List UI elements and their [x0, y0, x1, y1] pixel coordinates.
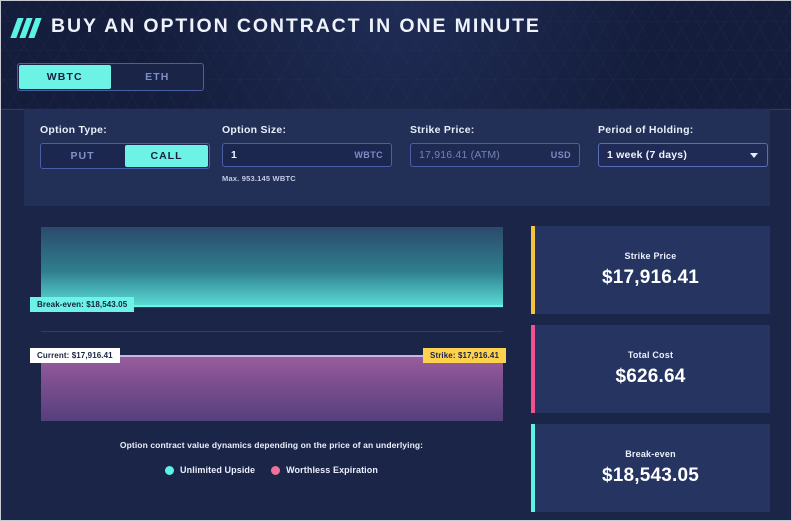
current-price-marker-label: Current:	[37, 351, 70, 360]
card-accent-bar	[531, 424, 535, 512]
card-break-even-label: Break-even	[625, 449, 676, 459]
card-accent-bar	[531, 325, 535, 413]
card-strike-price: Strike Price $17,916.41	[531, 226, 770, 314]
legend-dot-icon	[271, 465, 281, 475]
field-option-size: Option Size: 1 WBTC Max. 953.145 WBTC	[222, 124, 392, 183]
card-break-even: Break-even $18,543.05	[531, 424, 770, 512]
option-payoff-chart: Break-even: $18,543.05 Current: $17,916.…	[30, 227, 506, 421]
strike-price-marker-tag: Strike: $17,916.41	[423, 348, 506, 364]
break-even-marker-tag: Break-even: $18,543.05	[30, 297, 135, 313]
legend-item-worthless-expiration: Worthless Expiration	[271, 465, 378, 475]
option-size-input[interactable]: 1 WBTC	[222, 143, 392, 167]
gridline	[41, 331, 503, 332]
strike-price-currency: USD	[550, 150, 571, 160]
field-option-type: Option Type: PUT CALL	[40, 124, 210, 169]
legend-item-unlimited-upside: Unlimited Upside	[165, 465, 255, 475]
strike-price-marker-label: Strike:	[430, 351, 456, 360]
asset-tab-wbtc[interactable]: WBTC	[19, 65, 111, 89]
card-total-cost-value: $626.64	[615, 366, 686, 387]
asset-tab-eth[interactable]: ETH	[112, 64, 204, 90]
option-type-call[interactable]: CALL	[125, 145, 208, 167]
option-type-toggle[interactable]: PUT CALL	[40, 143, 210, 169]
header: BUY AN OPTION CONTRACT IN ONE MINUTE WBT…	[1, 1, 791, 110]
asset-tab-switcher[interactable]: WBTC ETH	[17, 63, 204, 91]
period-of-holding-select[interactable]: 1 week (7 days)	[598, 143, 768, 167]
chart-caption: Option contract value dynamics depending…	[119, 440, 424, 450]
page-title: BUY AN OPTION CONTRACT IN ONE MINUTE	[51, 15, 541, 37]
option-size-max-hint: Max. 953.145 WBTC	[222, 174, 296, 183]
card-strike-price-label: Strike Price	[624, 251, 677, 261]
option-size-value: 1	[231, 149, 238, 161]
card-strike-price-value: $17,916.41	[601, 267, 700, 288]
title-row: BUY AN OPTION CONTRACT IN ONE MINUTE	[10, 15, 541, 38]
legend-dot-icon	[165, 465, 175, 475]
card-break-even-value: $18,543.05	[601, 465, 700, 486]
form-panel: Option Type: PUT CALL Option Size: 1 WBT…	[24, 109, 770, 206]
unlimited-upside-region	[41, 227, 503, 307]
card-total-cost-label: Total Cost	[627, 350, 674, 360]
legend-label-unlimited-upside: Unlimited Upside	[180, 465, 256, 475]
strike-price-placeholder: 17,916.41 (ATM)	[419, 149, 501, 161]
option-type-put[interactable]: PUT	[41, 144, 124, 168]
break-even-marker-label: Break-even:	[37, 300, 84, 309]
field-period-of-holding: Period of Holding: 1 week (7 days)	[598, 124, 768, 167]
current-price-marker-tag: Current: $17,916.41	[30, 348, 120, 364]
option-type-label: Option Type:	[40, 124, 107, 136]
card-accent-bar	[531, 226, 535, 314]
chevron-down-icon	[750, 152, 758, 158]
current-price-marker-value: $17,916.41	[71, 351, 113, 360]
period-of-holding-value: 1 week (7 days)	[607, 149, 688, 161]
legend-label-worthless-expiration: Worthless Expiration	[286, 465, 378, 475]
strike-price-input[interactable]: 17,916.41 (ATM) USD	[410, 143, 580, 167]
period-of-holding-label: Period of Holding:	[598, 124, 694, 136]
break-even-marker-value: $18,543.05	[86, 300, 128, 309]
option-contract-widget: BUY AN OPTION CONTRACT IN ONE MINUTE WBT…	[0, 0, 792, 521]
slashes-logo-icon	[10, 17, 42, 38]
strike-price-marker-value: $17,916.41	[457, 351, 499, 360]
field-strike-price: Strike Price: 17,916.41 (ATM) USD	[410, 124, 580, 167]
worthless-expiration-region	[41, 355, 503, 421]
summary-cards: Strike Price $17,916.41 Total Cost $626.…	[531, 215, 770, 512]
chart-panel: Break-even: $18,543.05 Current: $17,916.…	[24, 215, 519, 505]
option-size-label: Option Size:	[222, 124, 287, 136]
chart-legend: Unlimited Upside Worthless Expiration	[24, 465, 519, 475]
card-total-cost: Total Cost $626.64	[531, 325, 770, 413]
strike-price-label: Strike Price:	[410, 124, 475, 136]
option-size-currency: WBTC	[354, 150, 383, 160]
